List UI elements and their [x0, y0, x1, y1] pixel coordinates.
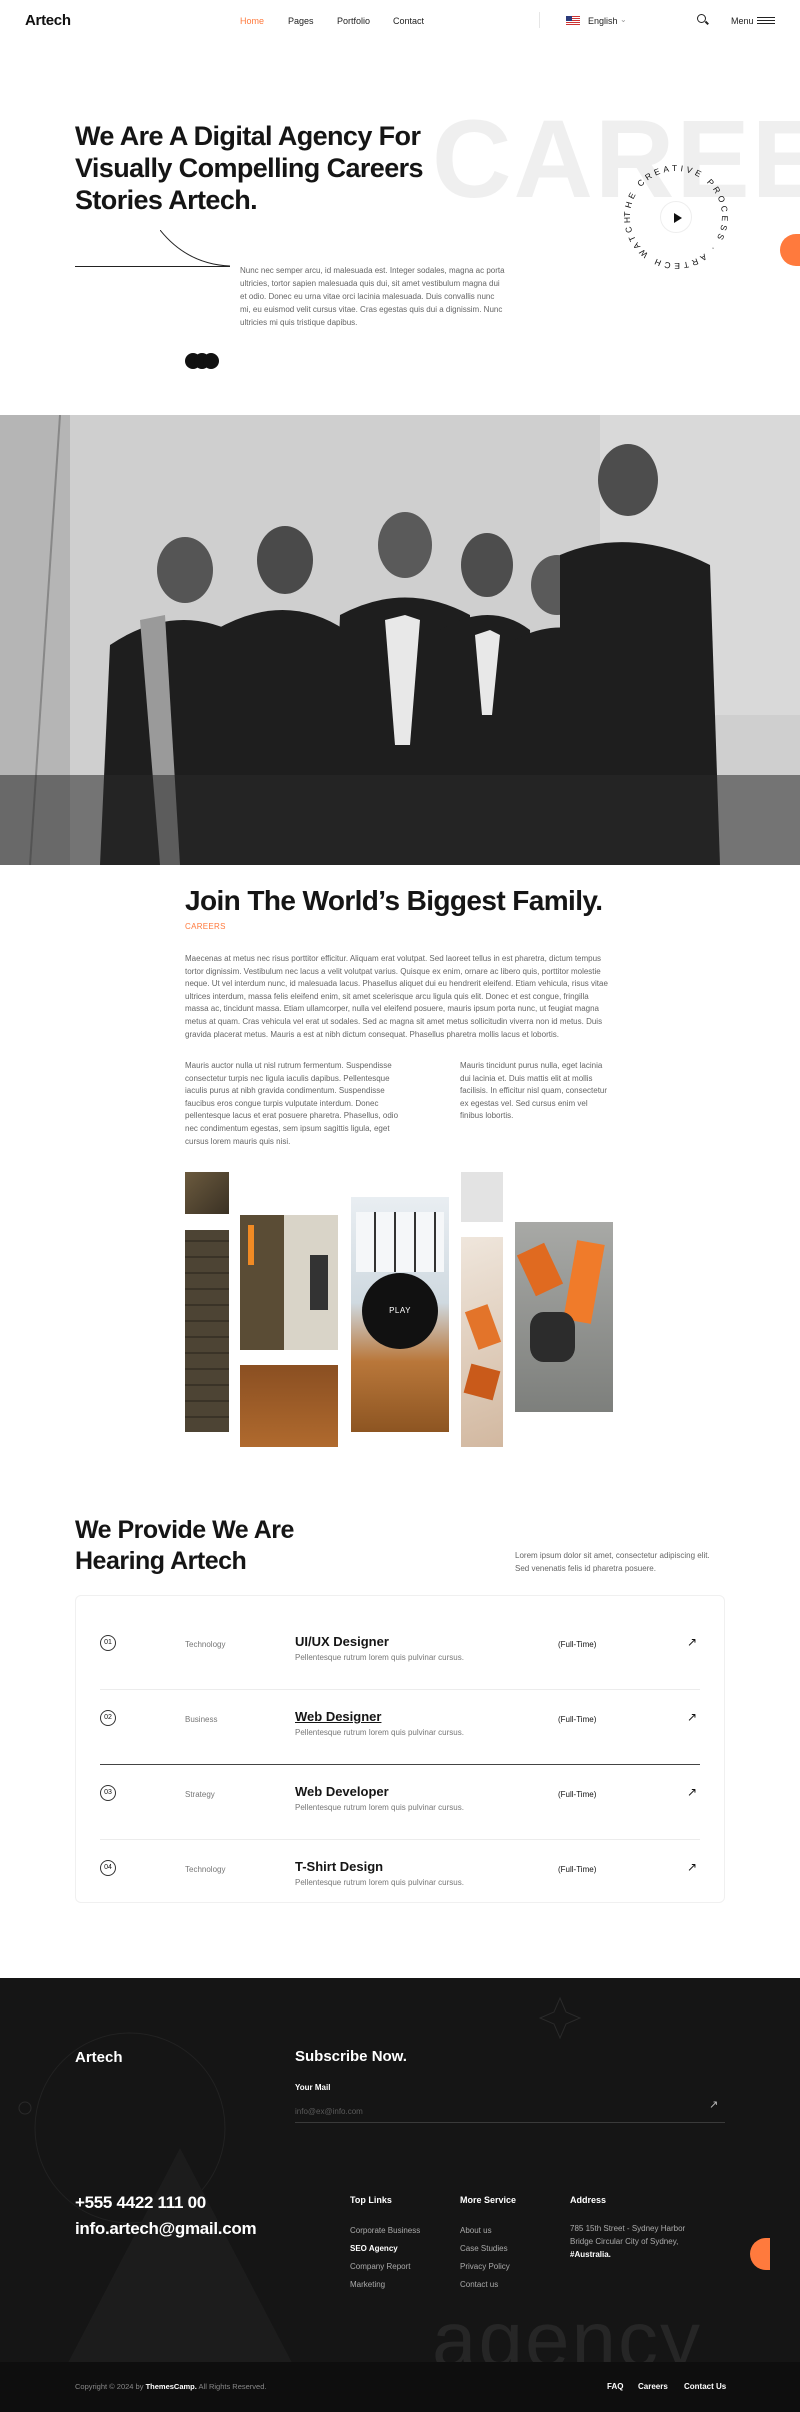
jobs-description: Lorem ipsum dolor sit amet, consectetur …: [515, 1551, 710, 1573]
footer-link-company-report[interactable]: Company Report: [350, 2262, 410, 2271]
job-number: 01: [100, 1635, 116, 1651]
gallery-tile: [185, 1230, 229, 1432]
footer-link-privacy-policy[interactable]: Privacy Policy: [460, 2262, 510, 2271]
bottom-link-faq[interactable]: FAQ: [607, 2382, 623, 2391]
logo[interactable]: Artech: [25, 12, 71, 29]
bottom-link-contact-us[interactable]: Contact Us: [684, 2382, 726, 2391]
job-number: 02: [100, 1710, 116, 1726]
address-text: 785 15th Street - Sydney Harbor Bridge C…: [570, 2222, 710, 2261]
footer-logo[interactable]: Artech: [75, 2049, 123, 2066]
play-button[interactable]: PLAY: [362, 1273, 438, 1349]
footer-link-case-studies[interactable]: Case Studies: [460, 2244, 508, 2253]
job-row[interactable]: 04 Technology T-Shirt Design Pellentesqu…: [100, 1840, 700, 1915]
phone-number[interactable]: +555 4422 111 00: [75, 2193, 206, 2213]
address-heading: Address: [570, 2195, 607, 2205]
arrow-up-right-icon[interactable]: ↗: [687, 1710, 697, 1724]
top-links-heading: Top Links: [350, 2195, 392, 2205]
chevron-down-icon[interactable]: ⌄: [620, 15, 627, 24]
address-country: #Australia.: [570, 2250, 611, 2259]
search-icon[interactable]: [697, 14, 706, 23]
copyright: Copyright © 2024 by ThemesCamp. All Righ…: [75, 2382, 266, 2391]
arrow-up-right-icon[interactable]: ↗: [687, 1785, 697, 1799]
site-header: Artech Home Pages Portfolio Contact Engl…: [0, 0, 800, 42]
jobs-title: We Provide We Are Hearing Artech: [75, 1516, 294, 1575]
team-photo: [0, 415, 800, 865]
nav-pages[interactable]: Pages: [288, 16, 314, 26]
gallery-tile: [185, 1172, 229, 1214]
gallery-tile: [240, 1215, 338, 1350]
decorative-curve: [160, 230, 230, 267]
nav-contact[interactable]: Contact: [393, 16, 424, 26]
mail-input[interactable]: [295, 2101, 725, 2123]
email-address[interactable]: info.artech@gmail.com: [75, 2219, 257, 2239]
address-line: 785 15th Street - Sydney Harbor Bridge C…: [570, 2224, 686, 2246]
hero-title: We Are A Digital Agency For Visually Com…: [75, 121, 424, 215]
send-arrow-icon[interactable]: ↗: [709, 2098, 718, 2111]
copyright-brand[interactable]: ThemesCamp.: [146, 2382, 197, 2391]
job-number: 04: [100, 1860, 116, 1876]
hero-paragraph: Nunc nec semper arcu, id malesuada est. …: [240, 266, 505, 327]
bottom-link-careers[interactable]: Careers: [638, 2382, 668, 2391]
gallery-tile: [461, 1237, 503, 1447]
family-column-1: Mauris auctor nulla ut nisl rutrum ferme…: [185, 1061, 399, 1146]
arrow-up-right-icon[interactable]: ↗: [687, 1860, 697, 1874]
job-category: Technology: [185, 1865, 226, 1874]
job-subtitle: Pellentesque rutrum lorem quis pulvinar …: [295, 1728, 464, 1737]
job-title[interactable]: Web Designer: [295, 1709, 381, 1724]
job-type: (Full-Time): [558, 1865, 597, 1874]
job-title[interactable]: UI/UX Designer: [295, 1634, 389, 1649]
language-select[interactable]: English: [588, 16, 618, 26]
job-subtitle: Pellentesque rutrum lorem quis pulvinar …: [295, 1803, 464, 1812]
more-service-heading: More Service: [460, 2195, 517, 2205]
menu-label[interactable]: Menu: [731, 16, 754, 26]
job-subtitle: Pellentesque rutrum lorem quis pulvinar …: [295, 1653, 464, 1662]
job-type: (Full-Time): [558, 1715, 597, 1724]
mail-label: Your Mail: [295, 2083, 331, 2092]
careers-tag: CAREERS: [185, 922, 226, 931]
copyright-prefix: Copyright © 2024 by: [75, 2382, 144, 2391]
dots-decoration: [185, 353, 219, 369]
gallery-tile: [240, 1365, 338, 1447]
job-category: Strategy: [185, 1790, 215, 1799]
nav-portfolio[interactable]: Portfolio: [337, 16, 370, 26]
job-title[interactable]: Web Developer: [295, 1784, 389, 1799]
job-subtitle: Pellentesque rutrum lorem quis pulvinar …: [295, 1878, 464, 1887]
team-photo-illustration: [0, 415, 800, 865]
play-icon[interactable]: [660, 201, 692, 233]
orange-decoration: [780, 234, 800, 266]
copyright-suffix: All Rights Reserved.: [198, 2382, 267, 2391]
job-category: Business: [185, 1715, 218, 1724]
gallery-tile: [515, 1222, 613, 1412]
job-row[interactable]: 01 Technology UI/UX Designer Pellentesqu…: [100, 1615, 700, 1690]
divider: [539, 12, 540, 28]
family-paragraph: Maecenas at metus nec risus porttitor ef…: [185, 954, 608, 1039]
job-title[interactable]: T-Shirt Design: [295, 1859, 383, 1874]
job-row[interactable]: 02 Business Web Designer Pellentesque ru…: [100, 1690, 700, 1765]
gallery-tile: [461, 1172, 503, 1222]
family-column-2: Mauris tincidunt purus nulla, eget lacin…: [460, 1061, 608, 1121]
hamburger-icon[interactable]: [757, 17, 775, 24]
footer-link-marketing[interactable]: Marketing: [350, 2280, 385, 2289]
footer-link-seo-agency[interactable]: SEO Agency: [350, 2244, 398, 2253]
footer-link-about-us[interactable]: About us: [460, 2226, 492, 2235]
footer-link-contact-us[interactable]: Contact us: [460, 2280, 498, 2289]
family-title: Join The World’s Biggest Family.: [185, 885, 603, 916]
subscribe-title: Subscribe Now.: [295, 2048, 407, 2065]
footer-link-corporate-business[interactable]: Corporate Business: [350, 2226, 420, 2235]
nav-home[interactable]: Home: [240, 16, 264, 26]
job-type: (Full-Time): [558, 1640, 597, 1649]
job-category: Technology: [185, 1640, 226, 1649]
job-number: 03: [100, 1785, 116, 1801]
us-flag-icon[interactable]: [566, 16, 580, 25]
arrow-up-right-icon[interactable]: ↗: [687, 1635, 697, 1649]
decorative-line: [75, 266, 230, 267]
job-type: (Full-Time): [558, 1790, 597, 1799]
job-row[interactable]: 03 Strategy Web Developer Pellentesque r…: [100, 1765, 700, 1840]
hero-background-word: CAREE: [432, 98, 800, 221]
